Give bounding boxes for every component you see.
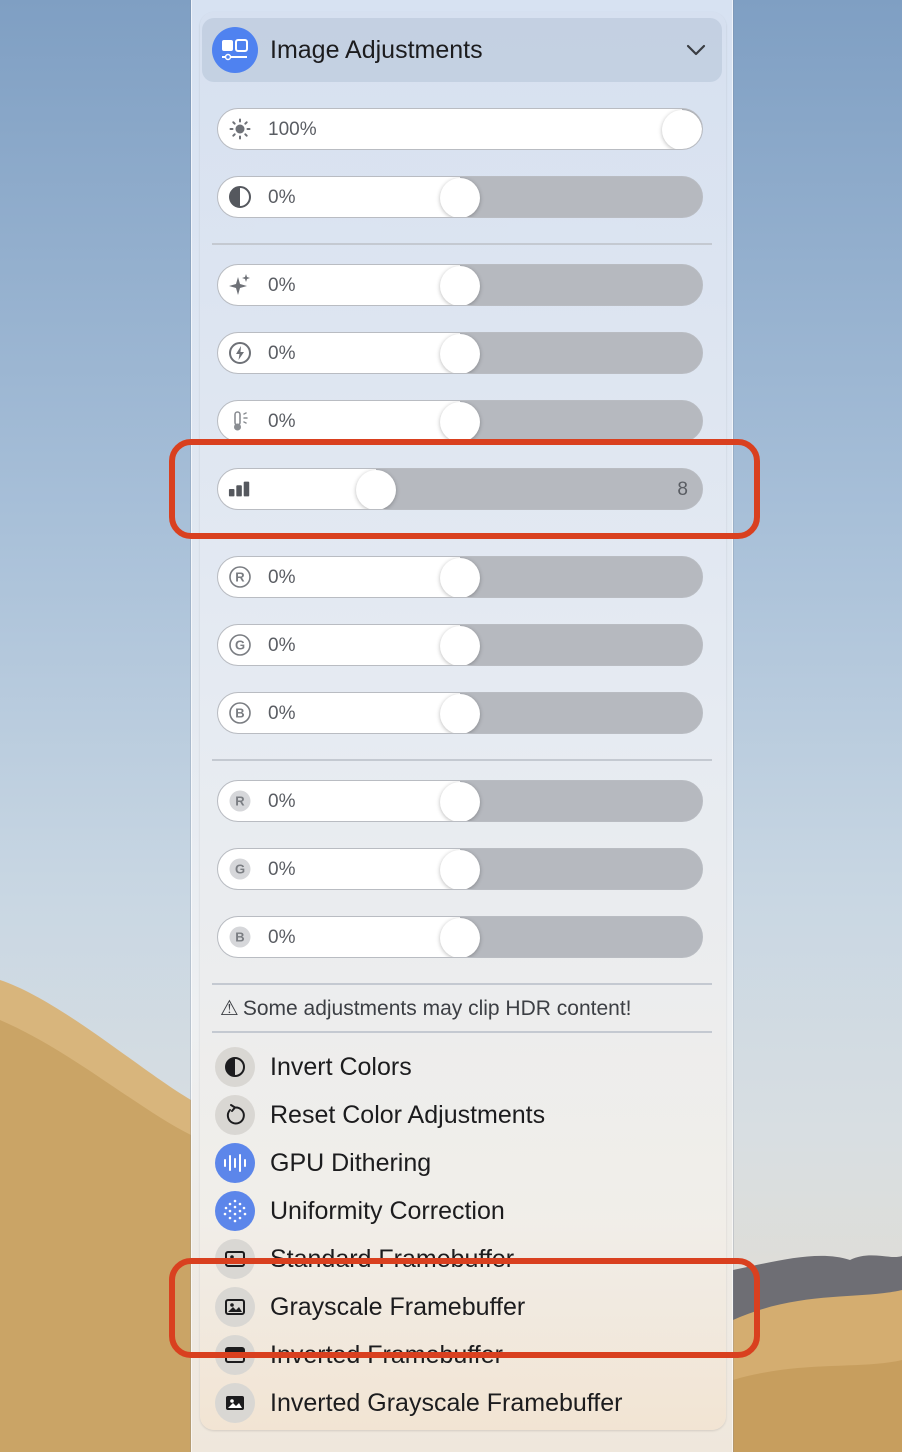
svg-text:B: B	[235, 930, 244, 945]
section-divider	[212, 759, 712, 761]
chevron-down-icon[interactable]	[684, 38, 708, 62]
slider-knob[interactable]	[440, 917, 480, 957]
menu-item-label: GPU Dithering	[270, 1148, 432, 1177]
svg-text:B: B	[235, 706, 244, 721]
circle-r-icon: R	[228, 565, 252, 589]
reset-icon	[215, 1095, 255, 1135]
bit-depth-highlight	[169, 439, 760, 539]
warning-triangle-icon: ⚠	[220, 996, 239, 1020]
slider-value-label: 100%	[268, 119, 317, 140]
svg-text:R: R	[235, 794, 245, 809]
filled-b-icon: B	[228, 925, 252, 949]
inverted-grayscale-framebuffer-item[interactable]: Inverted Grayscale Framebuffer	[215, 1381, 715, 1425]
circle-g-icon: G	[228, 633, 252, 657]
slider-knob[interactable]	[440, 177, 480, 217]
filled-r-icon: R	[228, 789, 252, 813]
red-gain-slider[interactable]: R 0%	[217, 556, 703, 598]
filled-g-icon: G	[228, 857, 252, 881]
section-divider	[212, 243, 712, 245]
slider-fill	[218, 693, 460, 733]
thermometer-sun-icon	[228, 409, 252, 433]
slider-knob[interactable]	[662, 109, 702, 149]
photo-filled-icon	[215, 1383, 255, 1423]
gpu-dithering-item[interactable]: GPU Dithering	[215, 1141, 715, 1185]
slider-value-label: 0%	[268, 343, 296, 364]
slider-value-label: 0%	[268, 927, 296, 948]
uniformity-correction-item[interactable]: Uniformity Correction	[215, 1189, 715, 1233]
slider-value-label: 0%	[268, 411, 296, 432]
slider-fill	[218, 401, 460, 441]
menu-item-label: Uniformity Correction	[270, 1196, 505, 1225]
sun-icon	[228, 117, 252, 141]
menu-item-label: Reset Color Adjustments	[270, 1100, 546, 1129]
section-divider	[212, 1031, 712, 1033]
bolt-icon	[228, 341, 252, 365]
dots-grid-icon	[215, 1191, 255, 1231]
green-gain-slider[interactable]: G 0%	[217, 624, 703, 666]
menu-item-label: Invert Colors	[270, 1052, 412, 1081]
section-divider	[212, 983, 712, 985]
temperature-slider[interactable]: 0%	[217, 400, 703, 442]
svg-text:R: R	[235, 570, 245, 585]
red-offset-slider[interactable]: R 0%	[217, 780, 703, 822]
slider-knob[interactable]	[440, 625, 480, 665]
circle-b-icon: B	[228, 701, 252, 725]
svg-text:G: G	[235, 862, 245, 877]
slider-value-label: 0%	[268, 187, 296, 208]
slider-value-label: 0%	[268, 859, 296, 880]
slider-knob[interactable]	[440, 781, 480, 821]
invert-icon	[215, 1047, 255, 1087]
sparkle-slider[interactable]: 0%	[217, 264, 703, 306]
image-adjustments-header[interactable]: Image Adjustments	[202, 18, 722, 82]
slider-fill	[218, 781, 460, 821]
blue-gain-slider[interactable]: B 0%	[217, 692, 703, 734]
slider-value-label: 0%	[268, 567, 296, 588]
slider-knob[interactable]	[440, 401, 480, 441]
slider-value-label: 0%	[268, 275, 296, 296]
slider-fill	[218, 917, 460, 957]
slider-fill	[218, 265, 460, 305]
invert-colors-item[interactable]: Invert Colors	[215, 1045, 715, 1089]
slider-fill	[218, 849, 460, 889]
warning-text: Some adjustments may clip HDR content!	[242, 997, 632, 1020]
blue-offset-slider[interactable]: B 0%	[217, 916, 703, 958]
contrast-slider[interactable]: 0%	[217, 176, 703, 218]
brightness-slider[interactable]: 100%	[217, 108, 703, 150]
grayscale-framebuffer-highlight	[169, 1258, 760, 1358]
green-offset-slider[interactable]: G 0%	[217, 848, 703, 890]
bolt-slider[interactable]: 0%	[217, 332, 703, 374]
slider-knob[interactable]	[440, 557, 480, 597]
header-title: Image Adjustments	[270, 35, 483, 64]
svg-text:G: G	[235, 638, 245, 653]
slider-fill	[218, 557, 460, 597]
slider-value-label: 0%	[268, 791, 296, 812]
slider-fill	[218, 333, 460, 373]
contrast-icon	[228, 185, 252, 209]
slider-knob[interactable]	[440, 849, 480, 889]
slider-knob[interactable]	[440, 333, 480, 373]
sparkles-icon	[228, 273, 252, 297]
slider-knob[interactable]	[440, 265, 480, 305]
hdr-warning: ⚠ Some adjustments may clip HDR content!	[220, 996, 631, 1021]
slider-knob[interactable]	[440, 693, 480, 733]
slider-fill	[218, 625, 460, 665]
dither-waveform-icon	[215, 1143, 255, 1183]
slider-fill	[218, 177, 460, 217]
display-settings-icon	[212, 27, 258, 73]
slider-value-label: 0%	[268, 635, 296, 656]
reset-color-adjustments-item[interactable]: Reset Color Adjustments	[215, 1093, 715, 1137]
slider-value-label: 0%	[268, 703, 296, 724]
menu-item-label: Inverted Grayscale Framebuffer	[270, 1388, 623, 1417]
